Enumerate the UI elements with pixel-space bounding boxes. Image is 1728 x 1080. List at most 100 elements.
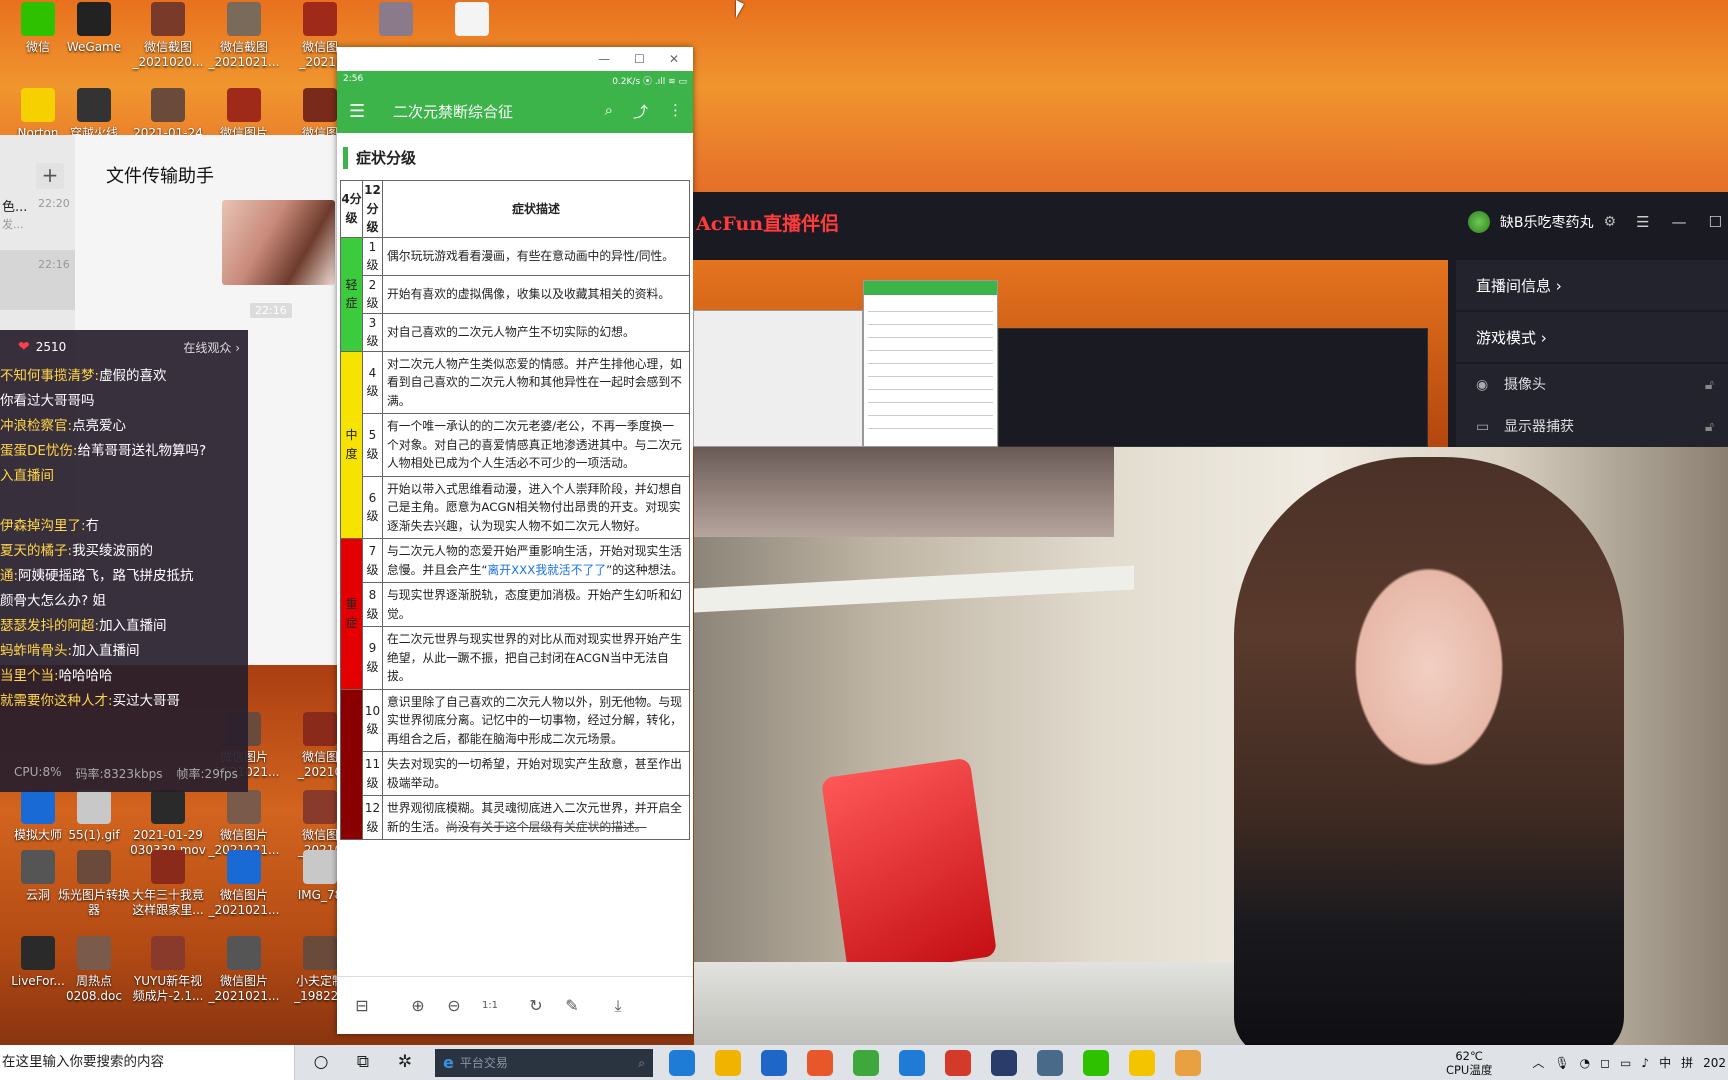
maximize-icon[interactable]: ☐: [634, 52, 645, 66]
app-swirl-icon[interactable]: ✲: [389, 1045, 421, 1080]
desktop-icon[interactable]: YUYU新年视频成片-2.1...: [130, 936, 206, 1004]
desktop-icon[interactable]: 穿越火线: [56, 88, 132, 141]
danmu-user[interactable]: 入直播间: [0, 468, 54, 484]
taskbar-app-icon[interactable]: [1037, 1049, 1063, 1076]
taskbar-app-icon[interactable]: [945, 1049, 971, 1076]
danmu-user[interactable]: 瑟瑟发抖的阿超:: [0, 618, 99, 634]
settings-icon[interactable]: ⚙: [1604, 214, 1617, 230]
qq-icon[interactable]: ◔: [1580, 1056, 1590, 1070]
source-camera[interactable]: ◉ 摄像头 🔓︎: [1456, 364, 1728, 406]
ime-mode[interactable]: 拼: [1681, 1054, 1693, 1071]
notification-icon[interactable]: ◻: [1600, 1056, 1610, 1070]
danmu-user[interactable]: 就需要你这种人才:: [0, 693, 113, 709]
hamburger-icon[interactable]: ☰: [1636, 213, 1649, 231]
danmu-user[interactable]: 夏天的橘子:: [0, 543, 72, 559]
download-icon[interactable]: ⤓: [607, 996, 629, 1016]
zoom-out-icon[interactable]: ⊖: [443, 996, 465, 1015]
lock-icon[interactable]: 🔓︎: [1705, 364, 1714, 406]
close-icon[interactable]: ✕: [669, 52, 679, 66]
danmu-text: 你看过大哥哥吗: [0, 393, 95, 409]
desktop-icon[interactable]: 微信图片_2021021...: [206, 936, 282, 1004]
description-link[interactable]: 离开XXX我就活不了了: [488, 563, 607, 577]
microphone-icon[interactable]: 🎙︎: [1554, 1056, 1569, 1070]
conversation-item[interactable]: 色... 22:20 发...: [0, 190, 75, 250]
table-row: 12级 世界观彻底模糊。其灵魂彻底进入二次元世界，并开启全新的生活。尚没有关于这个…: [341, 795, 690, 840]
cpu-temperature: 62℃ CPU温度: [1446, 1049, 1492, 1077]
file-icon: [77, 2, 111, 36]
taskbar-app-icon[interactable]: [899, 1049, 925, 1076]
desktop-icon[interactable]: 大年三十我竟这样跟家里...: [130, 850, 206, 918]
share-icon[interactable]: ⤴: [633, 101, 648, 122]
desktop-icon[interactable]: 微信图片_2021021...: [206, 850, 282, 918]
taskbar-app-icon[interactable]: [669, 1049, 695, 1076]
task-view-icon[interactable]: ⧉: [347, 1045, 379, 1080]
danmu-message: 瑟瑟发抖的阿超:加入直播间: [0, 614, 248, 639]
tray-chevron-icon[interactable]: ︿: [1532, 1054, 1544, 1071]
minimize-icon[interactable]: —: [598, 52, 610, 66]
actual-size-icon[interactable]: 1:1: [479, 1000, 501, 1011]
zoom-in-icon[interactable]: ⊕: [407, 996, 429, 1015]
desktop-icon[interactable]: 微信截图_2021021...: [206, 2, 282, 70]
danmu-user[interactable]: 不知何事揽清梦:: [0, 368, 99, 384]
desktop-icon[interactable]: 2021-01-24: [130, 88, 206, 141]
taskbar-app-icon[interactable]: [1129, 1049, 1155, 1076]
source-label: 摄像头: [1504, 377, 1546, 393]
desktop-icon[interactable]: 微信图片_2021021...: [206, 790, 282, 858]
taskbar-app-icon[interactable]: [761, 1049, 787, 1076]
layout-icon[interactable]: ⊟: [351, 996, 373, 1015]
network-icon[interactable]: ▭: [1620, 1056, 1631, 1070]
game-mode-button[interactable]: 游戏模式 ›: [1456, 312, 1728, 364]
danmu-message: 就需要你这种人才:买过大哥哥: [0, 689, 248, 714]
danmu-user[interactable]: 冲浪检察官:: [0, 418, 72, 434]
volume-icon[interactable]: ♪: [1641, 1056, 1649, 1070]
ie-icon: e: [443, 1052, 454, 1072]
user-info[interactable]: 缺B乐吃枣药丸 ⚙: [1467, 211, 1617, 233]
taskbar-app-icon[interactable]: [853, 1049, 879, 1076]
app-bar: ☰ 二次元禁断综合征 ⌕ ⤴ ⋮: [337, 89, 693, 133]
search-icon[interactable]: ⌕: [638, 1049, 645, 1077]
desktop-icon[interactable]: 微信截图_2021020...: [130, 2, 206, 70]
browser-search-box[interactable]: e 平台交易 ⌕: [435, 1048, 653, 1077]
chat-image[interactable]: [222, 200, 335, 285]
minimize-icon[interactable]: —: [1672, 213, 1687, 231]
webcam-shelf-items: [694, 447, 1114, 537]
cortana-icon[interactable]: ○: [305, 1045, 337, 1080]
desktop-icon[interactable]: 烁光图片转换器: [56, 850, 132, 918]
conversation-item-active[interactable]: 22:16: [0, 250, 75, 310]
taskbar-search-input[interactable]: 在这里输入你要搜索的内容: [0, 1045, 295, 1080]
room-info-button[interactable]: 直播间信息 ›: [1456, 260, 1728, 312]
taskbar-app-icon[interactable]: [1083, 1049, 1109, 1076]
desktop-icon[interactable]: WeGame: [56, 2, 132, 55]
table-row: 9级 在二次元世界与现实世界的对比从而对现实世界开始产生绝望，从此一蹶不振，把自己…: [341, 626, 690, 690]
danmu-user[interactable]: 通:: [0, 568, 18, 584]
source-display-capture[interactable]: ▭ 显示器捕获 🔓︎: [1456, 406, 1728, 448]
desktop-icon[interactable]: [434, 2, 510, 40]
ime-indicator[interactable]: 中: [1659, 1054, 1671, 1071]
taskbar-app-icon[interactable]: [807, 1049, 833, 1076]
taskbar-app-icon[interactable]: [715, 1049, 741, 1076]
avatar[interactable]: [1467, 211, 1490, 233]
rotate-icon[interactable]: ↻: [525, 996, 547, 1015]
danmu-user[interactable]: 伊森掉沟里了:: [0, 518, 86, 534]
maximize-icon[interactable]: ☐: [1709, 213, 1722, 231]
more-icon[interactable]: ⋮: [668, 101, 683, 122]
danmu-user[interactable]: 当里个当:: [0, 668, 59, 684]
desktop-icon[interactable]: 2021-01-29 030339.mov: [130, 790, 206, 858]
add-chat-button[interactable]: +: [36, 163, 64, 189]
desktop-icon[interactable]: [358, 2, 434, 40]
edit-icon[interactable]: ✎: [561, 996, 583, 1015]
taskbar-app-icon[interactable]: [1175, 1049, 1201, 1076]
search-icon[interactable]: ⌕: [605, 101, 613, 122]
menu-icon[interactable]: ☰: [349, 101, 379, 122]
desktop-icon[interactable]: 周热点0208.doc: [56, 936, 132, 1004]
taskbar-app-icon[interactable]: [991, 1049, 1017, 1076]
col-12-grade: 12分级: [362, 180, 383, 238]
danmu-user[interactable]: 蚂蚱啃骨头:: [0, 643, 72, 659]
lock-icon[interactable]: 🔓︎: [1705, 406, 1714, 448]
clock-date[interactable]: 202: [1703, 1056, 1726, 1070]
desktop-icon[interactable]: 55(1).gif: [56, 790, 132, 843]
danmu-user[interactable]: 蛋蛋DE忧伤:: [0, 443, 77, 459]
online-viewers-link[interactable]: 在线观众 ›: [183, 339, 240, 356]
danmu-text: 买过大哥哥: [112, 693, 181, 709]
desktop-icon[interactable]: 微信图片: [206, 88, 282, 141]
